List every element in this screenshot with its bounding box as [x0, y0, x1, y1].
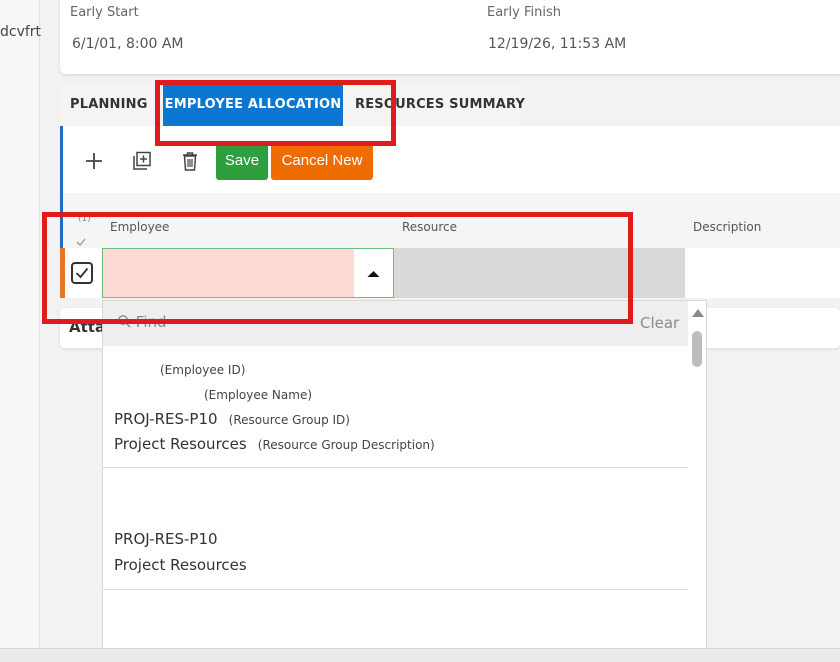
- cancel-new-button[interactable]: Cancel New: [271, 142, 373, 180]
- column-description[interactable]: Description: [693, 220, 761, 234]
- save-button[interactable]: Save: [216, 142, 268, 180]
- tab-planning[interactable]: PLANNING: [60, 84, 156, 126]
- resource-group-id: PROJ-RES-P10: [114, 530, 218, 548]
- plus-icon[interactable]: [83, 150, 105, 172]
- search-icon: [117, 314, 131, 332]
- tab-resources-summary[interactable]: RESOURCES SUMMARY: [343, 84, 525, 126]
- row-checkbox[interactable]: [71, 262, 93, 284]
- employee-dropdown-toggle[interactable]: [354, 249, 393, 297]
- dropdown-clear-button[interactable]: Clear: [640, 314, 679, 332]
- caret-up-icon: [367, 271, 380, 277]
- scroll-up-arrow-icon[interactable]: [692, 309, 704, 317]
- early-start-label: Early Start: [70, 5, 139, 20]
- resource-group-desc-hint: (Resource Group Description): [257, 438, 435, 452]
- column-resource[interactable]: Resource: [402, 220, 457, 234]
- column-employee[interactable]: Employee: [110, 220, 169, 234]
- find-placeholder: Find: [135, 313, 167, 331]
- dropdown-search-bar: [103, 301, 688, 346]
- employee-name-hint: (Employee Name): [204, 388, 313, 402]
- resource-group-desc-line: Project Resources (Resource Group Descri…: [114, 434, 435, 453]
- duplicate-icon[interactable]: [131, 150, 153, 172]
- list-item[interactable]: PROJ-RES-P10 Project Resources: [103, 468, 688, 590]
- employee-input[interactable]: [102, 248, 394, 298]
- employee-id-hint: (Employee ID): [160, 363, 246, 377]
- employee-dropdown-list: Find Clear (Employee ID) (Employee Name)…: [102, 300, 707, 662]
- left-rail: [0, 0, 40, 662]
- tab-employee-allocation[interactable]: EMPLOYEE ALLOCATION: [163, 84, 343, 126]
- list-item[interactable]: (Employee ID) (Employee Name) PROJ-RES-P…: [103, 346, 688, 468]
- resource-group-desc: Project Resources: [114, 556, 247, 574]
- row-edit-accent: [60, 248, 65, 298]
- resource-group-desc: Project Resources: [114, 435, 247, 453]
- selection-count: (1): [78, 214, 91, 224]
- early-start-value: 6/1/01, 8:00 AM: [72, 36, 184, 52]
- scrollbar-thumb[interactable]: [692, 331, 702, 367]
- bottom-bar: [0, 648, 840, 662]
- resource-group-id-line: PROJ-RES-P10 (Resource Group ID): [114, 409, 350, 428]
- resource-group-id-hint: (Resource Group ID): [228, 413, 350, 427]
- early-finish-value: 12/19/26, 11:53 AM: [488, 36, 627, 52]
- resource-cell[interactable]: [394, 248, 685, 298]
- early-finish-label: Early Finish: [487, 5, 561, 20]
- attachments-label: Atta: [69, 318, 106, 336]
- resource-group-id: PROJ-RES-P10: [114, 410, 218, 428]
- left-rail-text: dcvfrt: [0, 24, 42, 40]
- check-all-icon[interactable]: [76, 232, 86, 246]
- dropdown-find-input[interactable]: Find: [117, 313, 167, 332]
- trash-icon[interactable]: [179, 150, 201, 172]
